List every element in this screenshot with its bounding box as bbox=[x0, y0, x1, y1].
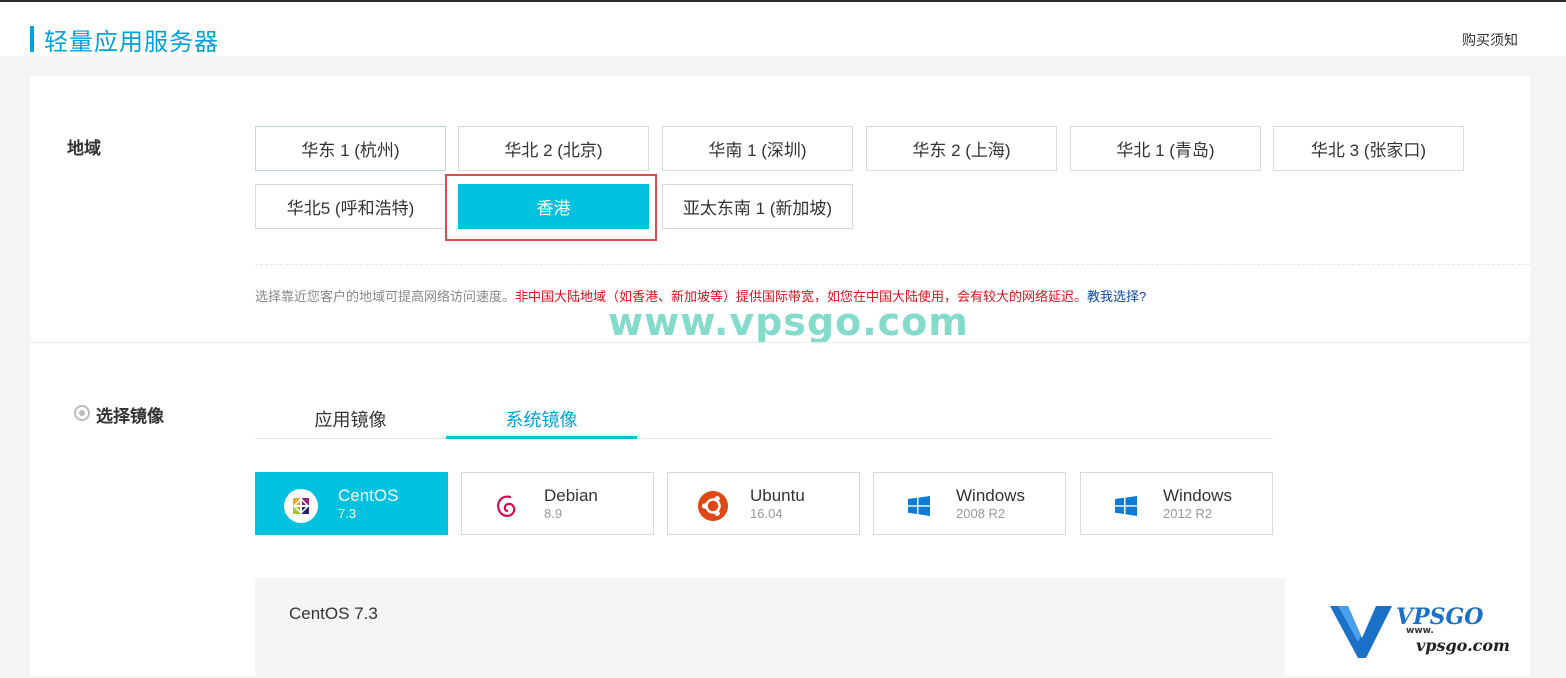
region-option-qingdao[interactable]: 华北 1 (青岛) bbox=[1070, 126, 1261, 171]
watermark-text: www.vpsgo.com bbox=[608, 300, 969, 344]
os-name: Debian bbox=[544, 486, 598, 505]
region-label: 地域 bbox=[67, 139, 101, 158]
buy-notice-link[interactable]: 购买须知 bbox=[1462, 30, 1518, 50]
os-option-debian[interactable]: Debian 8.9 bbox=[461, 472, 654, 535]
os-version: 7.3 bbox=[338, 506, 357, 521]
region-hint-text: 选择靠近您客户的地域可提高网络访问速度。 bbox=[255, 289, 516, 304]
os-name: Ubuntu bbox=[750, 486, 805, 505]
windows-icon bbox=[908, 496, 930, 516]
os-name: CentOS bbox=[338, 486, 399, 505]
vpsgo-logo: VPSGO www. vpsgo.com bbox=[1328, 600, 1558, 660]
os-version: 8.9 bbox=[544, 506, 563, 521]
os-name: Windows bbox=[956, 486, 1025, 505]
centos-icon bbox=[284, 489, 318, 523]
region-option-huhehaote[interactable]: 华北5 (呼和浩特) bbox=[255, 184, 446, 229]
os-option-centos[interactable]: CentOS 7.3 bbox=[255, 472, 448, 535]
tab-baseline bbox=[255, 438, 1273, 439]
region-option-hangzhou[interactable]: 华东 1 (杭州) bbox=[255, 126, 446, 171]
selection-highlight-box bbox=[445, 174, 657, 241]
debian-icon bbox=[497, 495, 516, 517]
page-header: 轻量应用服务器 购买须知 bbox=[0, 2, 1566, 56]
help-choose-link[interactable]: 教我选择? bbox=[1087, 289, 1146, 304]
logo-v-mark-icon bbox=[1330, 606, 1392, 658]
section-divider bbox=[30, 342, 1530, 343]
ubuntu-icon bbox=[698, 491, 728, 521]
os-option-windows-2008[interactable]: Windows 2008 R2 bbox=[873, 472, 1066, 535]
selected-image-name: CentOS 7.3 bbox=[289, 604, 378, 623]
logo-www-text: www. bbox=[1406, 626, 1434, 636]
os-option-windows-2012[interactable]: Windows 2012 R2 bbox=[1080, 472, 1273, 535]
image-detail-panel: CentOS 7.3 bbox=[255, 578, 1285, 678]
os-option-ubuntu[interactable]: Ubuntu 16.04 bbox=[667, 472, 860, 535]
logo-bottom-text: vpsgo.com bbox=[1416, 636, 1510, 655]
os-version: 16.04 bbox=[750, 506, 783, 521]
config-card: 地域 华东 1 (杭州) 华北 2 (北京) 华南 1 (深圳) 华东 2 (上… bbox=[30, 76, 1530, 678]
os-name: Windows bbox=[1163, 486, 1232, 505]
os-version: 2008 R2 bbox=[956, 506, 1006, 521]
windows-icon bbox=[1115, 496, 1137, 516]
region-option-shanghai[interactable]: 华东 2 (上海) bbox=[866, 126, 1057, 171]
region-option-shenzhen[interactable]: 华南 1 (深圳) bbox=[662, 126, 853, 171]
region-option-singapore[interactable]: 亚太东南 1 (新加坡) bbox=[662, 184, 853, 229]
radio-icon bbox=[74, 405, 90, 421]
region-option-zhangjiakou[interactable]: 华北 3 (张家口) bbox=[1273, 126, 1464, 171]
tab-app-image[interactable]: 应用镜像 bbox=[255, 396, 446, 442]
region-option-beijing[interactable]: 华北 2 (北京) bbox=[458, 126, 649, 171]
os-version: 2012 R2 bbox=[1163, 506, 1213, 521]
page-title: 轻量应用服务器 bbox=[44, 29, 219, 56]
image-label: 选择镜像 bbox=[96, 407, 164, 426]
dashed-divider bbox=[255, 264, 1530, 265]
title-accent-bar bbox=[30, 26, 34, 52]
active-tab-indicator bbox=[446, 436, 637, 439]
